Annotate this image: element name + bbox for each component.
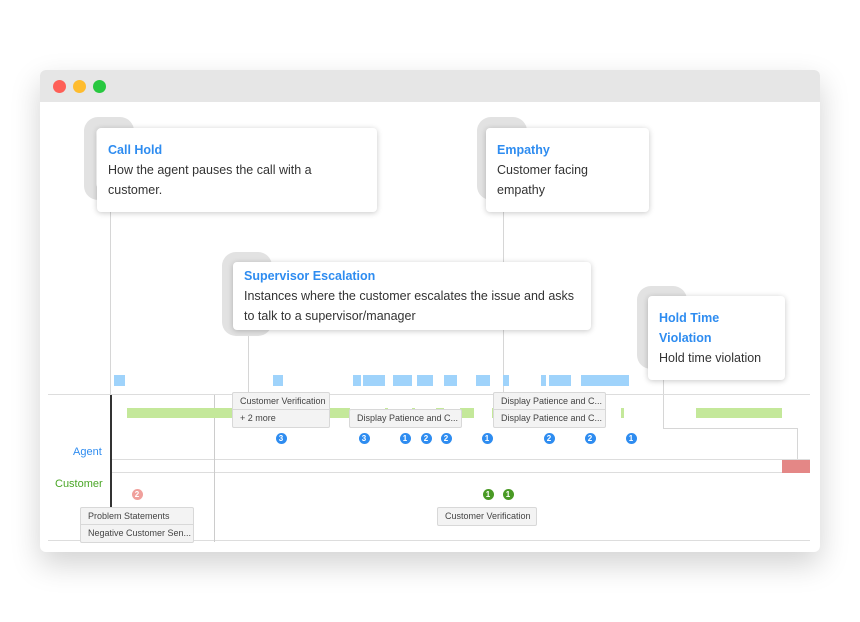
agent-speech-segment[interactable]: [417, 375, 433, 386]
agent-speech-segment[interactable]: [444, 375, 457, 386]
connector-line: [663, 428, 797, 429]
timeline-view: Call Hold How the agent pauses the call …: [0, 0, 860, 622]
connector-line: [110, 190, 111, 395]
tooltip-item[interactable]: Display Patience and C...: [350, 410, 461, 427]
tooltip-item[interactable]: Problem Statements: [81, 508, 193, 525]
agent-speech-segment[interactable]: [353, 375, 361, 386]
agent-speech-segment[interactable]: [363, 375, 385, 386]
agent-speech-segment[interactable]: [503, 375, 509, 386]
callout-description: How the agent pauses the call with a cus…: [108, 163, 312, 197]
agent-moment-badge[interactable]: 2: [584, 433, 596, 444]
callout-title: Empathy: [497, 143, 550, 157]
customer-speech-segment[interactable]: [696, 408, 782, 418]
agent-moment-badge[interactable]: 3: [358, 433, 370, 444]
tooltip-item[interactable]: Display Patience and C...: [494, 393, 605, 410]
agent-tooltip[interactable]: Customer Verification + 2 more: [232, 392, 330, 428]
tooltip-item[interactable]: Customer Verification: [438, 508, 536, 525]
agent-moment-badge[interactable]: 3: [275, 433, 287, 444]
agent-moment-badge[interactable]: 1: [399, 433, 411, 444]
tooltip-item[interactable]: Display Patience and C...: [494, 410, 605, 427]
agent-moment-badge[interactable]: 2: [420, 433, 432, 444]
callout-description: Instances where the customer escalates t…: [244, 289, 575, 323]
customer-moment-badge[interactable]: 1: [482, 489, 494, 500]
callout-description: Customer facing empathy: [497, 163, 589, 197]
agent-speech-segment[interactable]: [581, 375, 629, 386]
row-divider: [112, 459, 810, 460]
row-label-agent: Agent: [73, 446, 102, 458]
callout-title: Call Hold: [108, 143, 163, 157]
agent-speech-segment[interactable]: [476, 375, 490, 386]
agent-speech-segment[interactable]: [549, 375, 571, 386]
connector-line: [797, 428, 798, 460]
customer-tooltip[interactable]: Customer Verification: [437, 507, 537, 526]
agent-moment-badge[interactable]: 2: [440, 433, 452, 444]
agent-tooltip[interactable]: Display Patience and C... Display Patien…: [493, 392, 606, 428]
callout-supervisor-escalation[interactable]: Supervisor Escalation Instances where th…: [233, 262, 591, 330]
customer-tooltip[interactable]: Problem Statements Negative Customer Sen…: [80, 507, 194, 543]
agent-moment-badge[interactable]: 1: [625, 433, 637, 444]
tooltip-item[interactable]: Customer Verification: [233, 393, 329, 410]
hold-violation-bar[interactable]: [782, 460, 810, 473]
callout-title: Supervisor Escalation: [244, 269, 376, 283]
agent-speech-segment[interactable]: [114, 375, 125, 386]
callout-empathy[interactable]: Empathy Customer facing empathy: [486, 128, 649, 212]
agent-speech-segment[interactable]: [273, 375, 283, 386]
customer-speech-segment[interactable]: [460, 408, 474, 418]
agent-moment-badge[interactable]: 1: [481, 433, 493, 444]
grid-line: [48, 394, 810, 395]
row-label-customer: Customer: [55, 478, 103, 490]
customer-moment-badge[interactable]: 1: [502, 489, 514, 500]
agent-speech-segment[interactable]: [393, 375, 412, 386]
agent-tooltip[interactable]: Display Patience and C...: [349, 409, 462, 428]
callout-hold-time-violation[interactable]: Hold Time Violation Hold time violation: [648, 296, 785, 380]
agent-speech-segment[interactable]: [541, 375, 546, 386]
row-divider: [112, 472, 810, 473]
callout-description: Hold time violation: [659, 351, 762, 365]
customer-speech-segment[interactable]: [621, 408, 624, 418]
customer-moment-badge[interactable]: 2: [131, 489, 143, 500]
tooltip-item[interactable]: Negative Customer Sen...: [81, 525, 193, 542]
tooltip-item[interactable]: + 2 more: [233, 410, 329, 427]
agent-moment-badge[interactable]: 2: [543, 433, 555, 444]
callout-call-hold[interactable]: Call Hold How the agent pauses the call …: [97, 128, 377, 212]
callout-title: Hold Time Violation: [659, 311, 720, 345]
